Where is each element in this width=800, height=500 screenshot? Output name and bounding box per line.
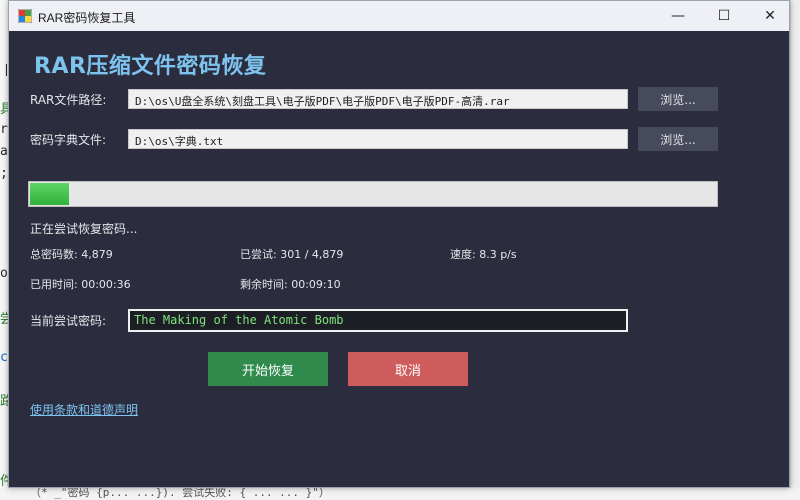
rar-path-input[interactable]: D:\os\U盘全系统\刻盘工具\电子版PDF\电子版PDF\电子版PDF-高清… — [128, 89, 628, 109]
speed: 速度: 8.3 p/s — [450, 248, 517, 261]
status-text: 正在尝试恢复密码... — [30, 222, 138, 236]
background-text: o — [0, 266, 8, 281]
remaining-time: 剩余时间: 00:09:10 — [240, 278, 341, 291]
background-bottom-code: （* _"密码 {p... ...}). 尝试失败: { ... ... }"） — [0, 486, 800, 500]
dictionary-path-input[interactable]: D:\os\字典.txt — [128, 129, 628, 149]
browse-dictionary-button[interactable]: 浏览... — [638, 127, 718, 151]
main-content: RAR压缩文件密码恢复 RAR文件路径: D:\os\U盘全系统\刻盘工具\电子… — [9, 31, 789, 487]
current-password-label: 当前尝试密码: — [30, 314, 107, 328]
browse-rar-button[interactable]: 浏览... — [638, 87, 718, 111]
app-icon — [18, 9, 32, 23]
page-title: RAR压缩文件密码恢复 — [34, 54, 267, 79]
close-button[interactable]: ✕ — [747, 1, 793, 31]
terms-link[interactable]: 使用条款和道德声明 — [30, 401, 138, 418]
window-title: RAR密码恢复工具 — [38, 11, 136, 25]
dictionary-path-label: 密码字典文件: — [30, 133, 107, 147]
title-bar[interactable]: RAR密码恢复工具 — ☐ ✕ — [9, 1, 789, 31]
app-window: RAR密码恢复工具 — ☐ ✕ RAR压缩文件密码恢复 RAR文件路径: D:\… — [8, 0, 790, 488]
cancel-button[interactable]: 取消 — [348, 352, 468, 386]
rar-path-label: RAR文件路径: — [30, 93, 107, 107]
background-text: a — [0, 144, 8, 159]
elapsed-time: 已用时间: 00:00:36 — [30, 278, 131, 291]
progress-fill — [30, 183, 69, 205]
total-passwords: 总密码数: 4,879 — [30, 248, 113, 261]
background-right-edge — [790, 0, 800, 500]
maximize-button[interactable]: ☐ — [701, 1, 747, 31]
minimize-button[interactable]: — — [655, 1, 701, 31]
background-text: ; — [0, 166, 8, 181]
background-text: r — [0, 122, 8, 137]
tried-passwords: 已尝试: 301 / 4,879 — [240, 248, 344, 261]
current-password-field: The Making of the Atomic Bomb — [128, 309, 628, 332]
progress-bar — [28, 181, 718, 207]
start-recovery-button[interactable]: 开始恢复 — [208, 352, 328, 386]
background-text: c — [0, 350, 8, 365]
